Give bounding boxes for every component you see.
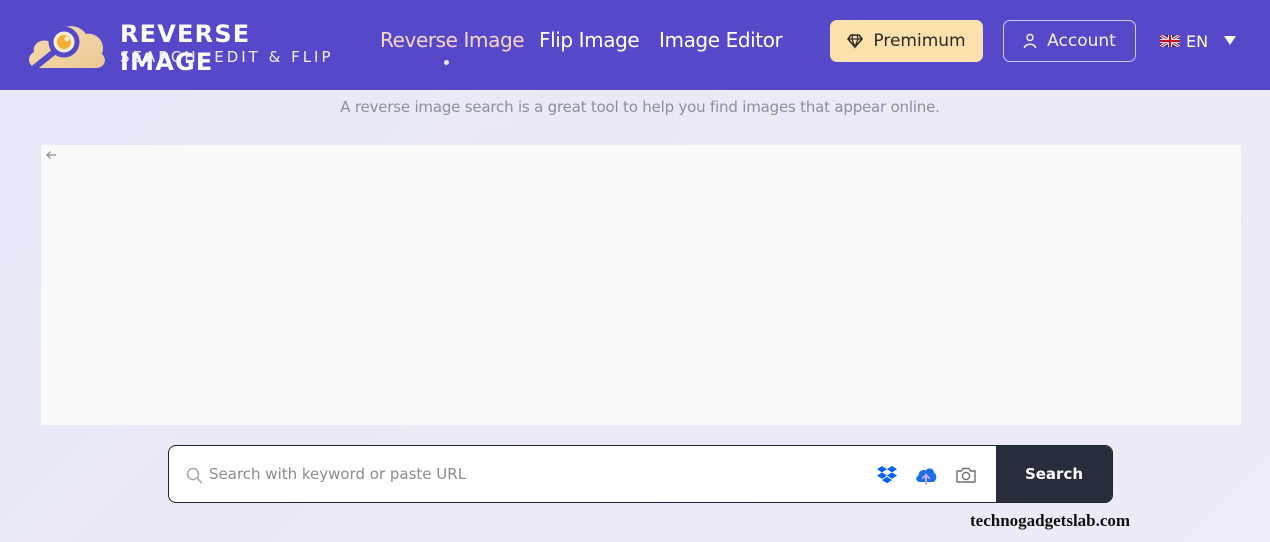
language-selector[interactable]: EN: [1160, 30, 1208, 52]
active-indicator-dot: [444, 60, 449, 65]
search-button[interactable]: Search: [996, 446, 1112, 502]
nav-reverse-image[interactable]: Reverse Image: [380, 28, 525, 52]
header: REVERSE IMAGE SEARCH, EDIT & FLIP Revers…: [0, 0, 1270, 90]
user-icon: [1023, 33, 1037, 49]
search-icon: [186, 467, 203, 484]
caret-down-icon[interactable]: [1224, 36, 1236, 45]
tagline: A reverse image search is a great tool t…: [340, 98, 940, 116]
diamond-icon: [847, 34, 864, 49]
dropbox-icon[interactable]: [875, 463, 899, 487]
nav-image-editor[interactable]: Image Editor: [659, 28, 783, 52]
camera-icon[interactable]: [954, 463, 978, 487]
cloud-upload-icon[interactable]: [914, 463, 938, 487]
watermark: technogadgetslab.com: [970, 511, 1131, 530]
account-button[interactable]: Account: [1003, 20, 1136, 62]
uk-flag-icon: [1160, 35, 1180, 47]
logo[interactable]: REVERSE IMAGE SEARCH, EDIT & FLIP: [24, 16, 334, 76]
account-button-label: Account: [1047, 31, 1116, 51]
cloud-magnifier-icon: [29, 26, 105, 71]
language-code: EN: [1186, 31, 1209, 51]
premium-button[interactable]: Premimum: [830, 20, 983, 62]
premium-button-label: Premimum: [873, 31, 966, 51]
logo-subtitle: SEARCH, EDIT & FLIP: [120, 48, 334, 66]
arrow-left-icon[interactable]: [44, 148, 58, 162]
image-preview-panel: [41, 145, 1241, 425]
search-input[interactable]: [209, 446, 859, 502]
nav-flip-image[interactable]: Flip Image: [539, 28, 640, 52]
search-bar: Search: [168, 445, 1113, 503]
